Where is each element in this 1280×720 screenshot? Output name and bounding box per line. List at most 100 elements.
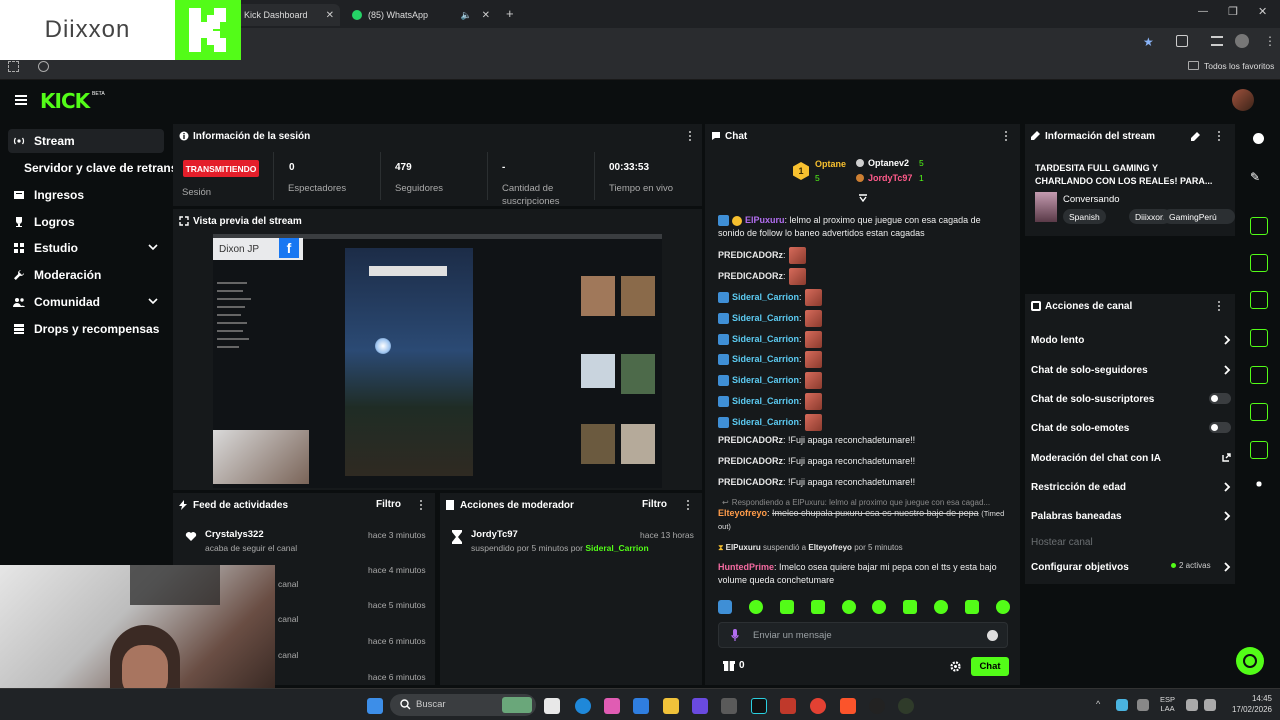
action-followers-only[interactable]: Chat de solo-seguidores [1031,362,1231,378]
kick-logo[interactable]: KICK [40,89,90,113]
chat-username[interactable]: Sideral_Carrion [732,313,799,323]
category-name[interactable]: Conversando [1063,194,1120,205]
chat-username[interactable]: PREDICADORz [718,250,783,260]
chat-username[interactable]: PREDICADORz [718,477,783,487]
tab-whatsapp[interactable]: (85) WhatsApp 🔈 ✕ [344,4,496,26]
chat-username[interactable]: Sideral_Carrion [732,375,799,385]
sidebar-item-revenue[interactable]: Ingresos [8,183,164,207]
sidebar-item-moderation[interactable]: Moderación [8,263,164,287]
emote-icon[interactable] [965,600,979,614]
app-icon[interactable] [604,698,620,714]
hamburger-menu-icon[interactable] [15,95,27,105]
star-icon[interactable]: ★ [1143,35,1154,49]
apps-icon[interactable] [1253,478,1265,490]
user-avatar[interactable] [1232,89,1254,111]
menu-kebab-icon[interactable]: ⋮ [1264,34,1276,48]
action-ai-moderation[interactable]: Moderación del chat con IA [1031,450,1231,466]
kebab-menu-icon[interactable] [1218,301,1221,311]
emote-icon[interactable] [810,600,825,614]
mod-action-target[interactable]: Sideral_Carrion [585,543,648,553]
close-icon[interactable]: ✕ [326,10,334,21]
edge-icon[interactable] [575,698,591,714]
chat-username[interactable]: PREDICADORz [718,435,783,445]
chat-username[interactable]: Sideral_Carrion [732,396,799,406]
tiktok-icon[interactable] [751,698,767,714]
action-age-restriction[interactable]: Restricción de edad [1031,479,1231,495]
new-tab-button[interactable]: + [506,6,514,21]
edit-icon[interactable] [1191,132,1200,141]
emoji-icon[interactable] [987,630,998,641]
document-icon[interactable] [1250,291,1268,309]
volume-icon[interactable] [1204,699,1216,711]
tab-kick-dashboard[interactable]: Kick Dashboard ✕ [236,4,340,26]
taskbar-search[interactable]: Buscar [390,694,536,716]
sidebar-item-community[interactable]: Comunidad [8,290,164,314]
info-icon[interactable] [1253,133,1264,144]
gift-icon[interactable] [723,659,735,672]
mod-action-user[interactable]: JordyTc97 [471,529,518,540]
filter-button[interactable]: Filtro [642,499,667,510]
chat-username[interactable]: PREDICADORz [718,271,783,281]
stream-preview-video[interactable]: Dixon JP f [213,234,662,488]
media-icon[interactable] [1211,36,1223,46]
toggle-switch[interactable] [1209,422,1231,433]
brave-icon[interactable] [840,698,856,714]
kebab-menu-icon[interactable] [1005,131,1008,141]
category-thumbnail[interactable] [1035,192,1057,222]
tag-pill[interactable]: Spanish [1063,209,1106,224]
kebab-menu-icon[interactable] [1218,131,1221,141]
send-chat-button[interactable]: Chat [971,657,1009,676]
file-explorer-icon[interactable] [663,698,679,714]
extensions-icon[interactable] [1176,35,1188,47]
action-emotes-only[interactable]: Chat de solo-emotes [1031,420,1231,436]
app-icon[interactable] [869,698,885,714]
action-subs-only[interactable]: Chat de solo-suscriptores [1031,391,1231,407]
chat-input[interactable]: Enviar un mensaje [718,622,1008,648]
sidebar-item-server-key[interactable]: Servidor y clave de retransm [24,156,188,180]
outlook-icon[interactable] [633,698,649,714]
emote-icon[interactable] [718,600,732,614]
bolt-icon[interactable] [1250,254,1268,272]
emote-icon[interactable] [872,600,887,614]
filter-button[interactable]: Filtro [376,499,401,510]
close-window-button[interactable]: ✕ [1258,5,1267,18]
maximize-button[interactable]: ❐ [1228,5,1238,18]
close-icon[interactable]: ✕ [482,10,490,21]
emote-icon[interactable] [995,600,1010,614]
minimize-button[interactable]: — [1198,6,1208,17]
emote-icon[interactable] [841,600,856,614]
app-icon[interactable] [692,698,708,714]
chat-username[interactable]: PREDICADORz [718,456,783,466]
chat-username[interactable]: Sideral_Carrion [732,354,799,364]
kebab-menu-icon[interactable] [420,500,423,510]
globe-icon[interactable] [38,61,49,72]
emote-icon[interactable] [748,600,763,614]
chat-username[interactable]: Sideral_Carrion [732,334,799,344]
settings-gear-icon[interactable] [950,661,961,672]
leader-user[interactable]: Optane [815,159,846,169]
chat-username[interactable]: HuntedPrime [718,562,774,572]
wifi-icon[interactable] [1186,699,1198,711]
feed-user[interactable]: Crystalys322 [205,529,264,540]
language-indicator[interactable]: ESP LAA [1160,695,1175,713]
sidebar-item-studio[interactable]: Estudio [8,236,164,260]
wrench-icon[interactable] [1250,441,1268,459]
emote-icon[interactable] [779,600,794,614]
chrome-icon[interactable] [810,698,826,714]
expand-leaderboard-icon[interactable] [858,194,868,202]
tray-icon[interactable] [1116,699,1128,711]
windows-start-icon[interactable] [367,698,383,714]
kebab-menu-icon[interactable] [689,131,692,141]
action-banned-words[interactable]: Palabras baneadas [1031,508,1231,524]
chat-username[interactable]: Elteyofreyo [718,508,767,518]
pencil-icon[interactable]: ✎ [1250,170,1268,188]
chat-icon[interactable] [1250,329,1268,347]
app-icon[interactable] [721,698,737,714]
app-icon[interactable] [780,698,796,714]
layout-icon[interactable] [1250,403,1268,421]
help-button[interactable] [1236,647,1264,675]
clock[interactable]: 14:45 17/02/2026 [1226,693,1272,715]
obs-icon[interactable] [898,698,914,714]
emote-icon[interactable] [934,600,949,614]
leader-user[interactable]: Optanev2 [868,158,909,168]
